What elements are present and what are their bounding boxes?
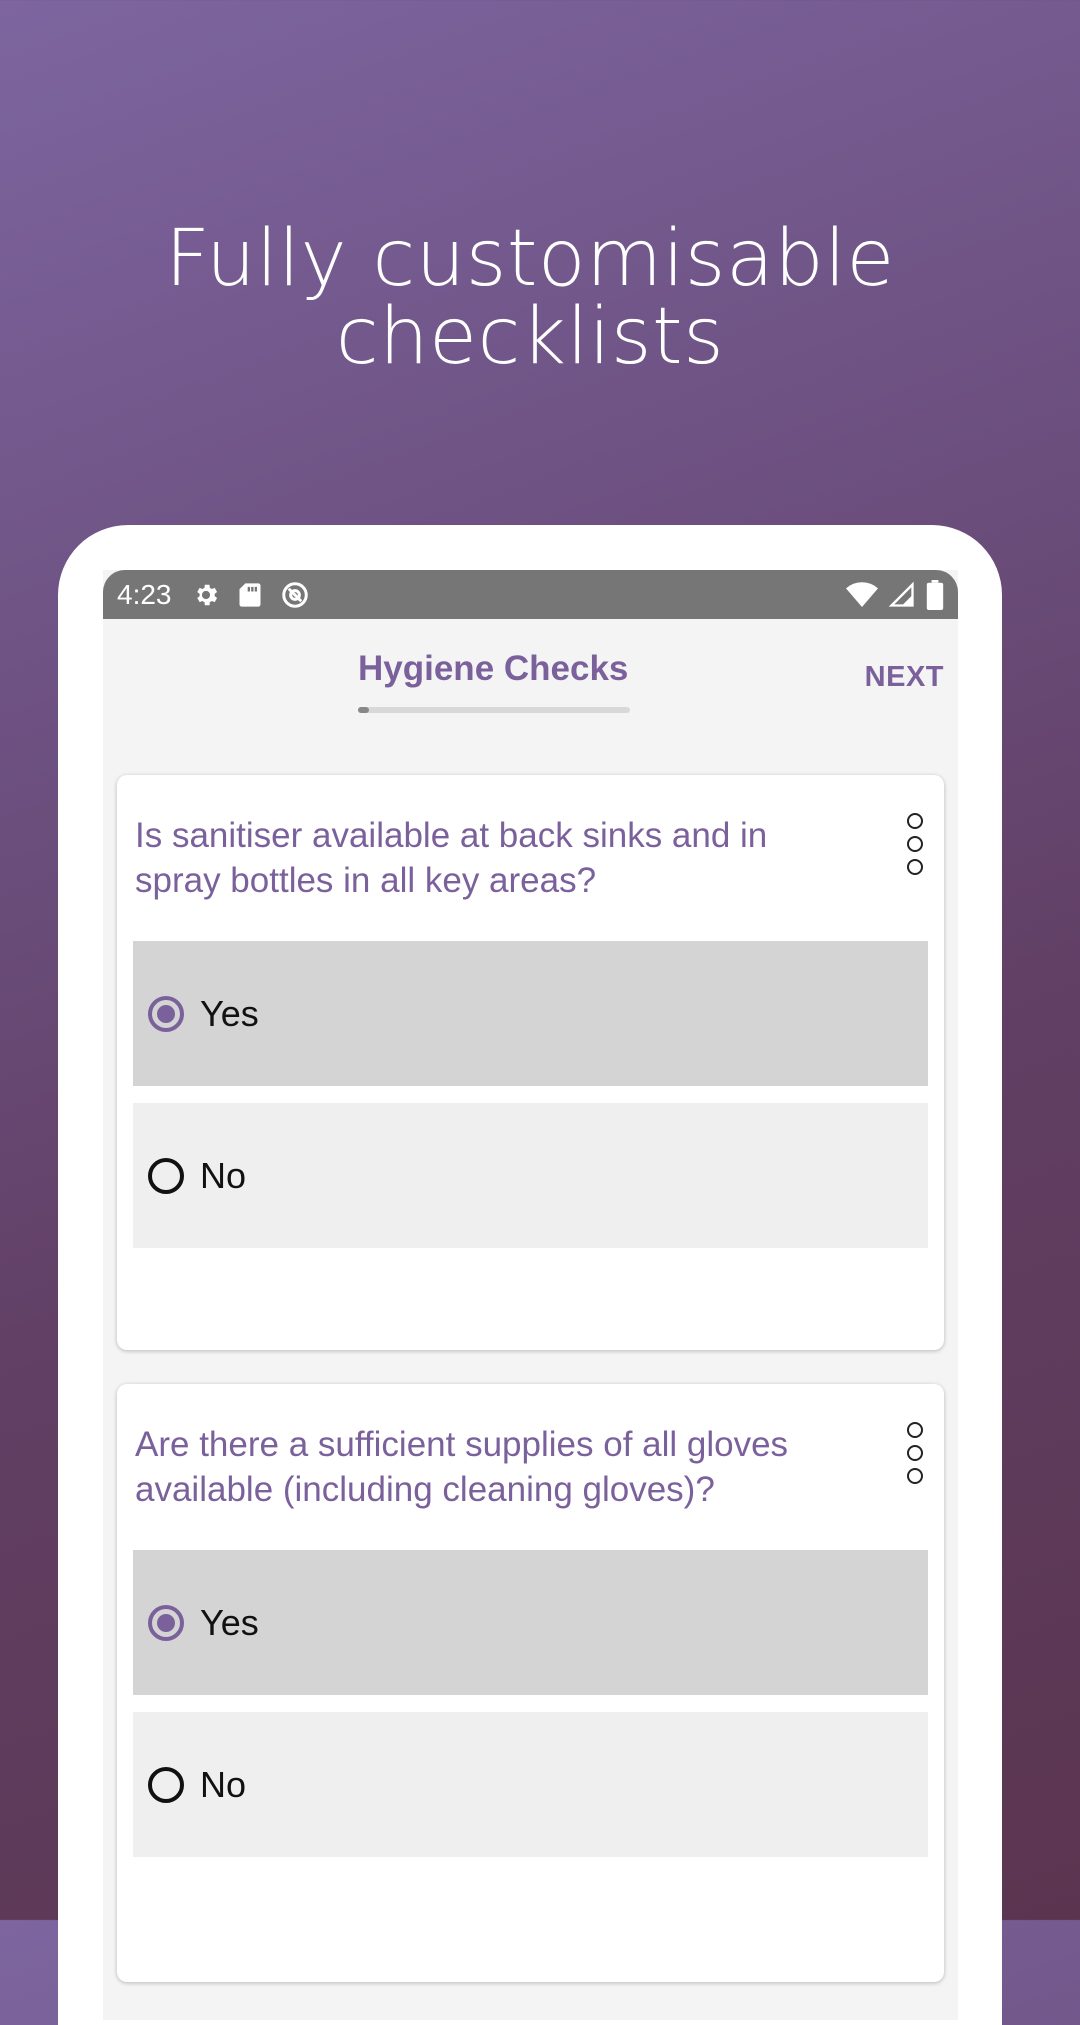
headline-line-1: Fully customisable [165, 214, 895, 304]
question-text: Are there a sufficient supplies of all g… [135, 1425, 789, 1509]
radio-selected-icon[interactable] [148, 1604, 184, 1641]
option-label: Yes [200, 992, 259, 1034]
at-sign-icon [280, 580, 310, 610]
headline: Fully customisable checklists [0, 220, 1060, 376]
option-yes[interactable]: Yes [133, 941, 928, 1086]
settings-icon [192, 581, 220, 609]
cellular-signal-icon [888, 581, 916, 609]
option-yes[interactable]: Yes [133, 1550, 928, 1695]
radio-unselected-icon[interactable] [148, 1766, 184, 1803]
progress-fill [358, 707, 369, 713]
option-no[interactable]: No [133, 1103, 928, 1248]
wifi-icon [846, 581, 878, 609]
checklist-content: Is sanitiser available at back sinks and… [103, 739, 958, 1982]
battery-icon [926, 579, 944, 610]
checklist-progress-bar [358, 707, 630, 713]
question-card: Is sanitiser available at back sinks and… [117, 775, 944, 1350]
option-label: No [200, 1154, 247, 1196]
question-text: Is sanitiser available at back sinks and… [135, 816, 768, 900]
more-options-icon[interactable] [900, 813, 930, 875]
option-no[interactable]: No [133, 1712, 928, 1857]
option-label: No [200, 1763, 247, 1805]
radio-unselected-icon[interactable] [148, 1157, 184, 1194]
option-label: Yes [200, 1601, 259, 1643]
radio-selected-icon[interactable] [148, 995, 184, 1032]
sd-card-icon [238, 581, 262, 609]
app-bar: Hygiene Checks NEXT [103, 619, 958, 739]
status-bar: 4:23 [103, 570, 958, 619]
page-title: Hygiene Checks [358, 649, 629, 688]
question-card: Are there a sufficient supplies of all g… [117, 1384, 944, 1982]
headline-line-2: checklists [335, 292, 725, 382]
phone-screen: 4:23 Hygiene Checks NEXT Is sanitiser av… [103, 570, 958, 2020]
next-button[interactable]: NEXT [865, 661, 944, 694]
status-time: 4:23 [117, 578, 172, 610]
more-options-icon[interactable] [900, 1422, 930, 1484]
phone-frame: 4:23 Hygiene Checks NEXT Is sanitiser av… [58, 525, 1002, 2025]
